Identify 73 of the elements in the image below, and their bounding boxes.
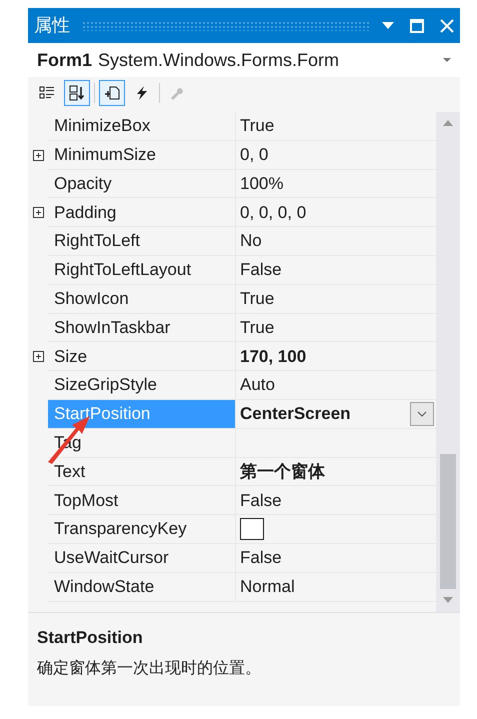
scroll-up-icon[interactable] [443,120,453,126]
property-value-cell[interactable]: CenterScreen [236,400,436,429]
sort-icon [69,84,85,100]
maximize-icon[interactable] [410,18,424,32]
object-type: System.Windows.Forms.Form [98,48,340,72]
expand-icon[interactable] [32,351,44,362]
property-value: True [240,115,274,138]
scroll-down-icon[interactable] [443,597,453,603]
property-name-cell[interactable]: SizeGripStyle [48,371,236,400]
property-name: MinimizeBox [54,115,150,138]
property-name-cell[interactable]: ShowInTaskbar [48,314,236,342]
property-name-cell[interactable]: Text [48,458,236,486]
property-name: WindowState [54,576,154,598]
property-name: TransparencyKey [54,518,187,540]
chevron-down-icon [417,410,427,417]
scrollbar[interactable] [436,112,460,612]
property-name-cell[interactable]: Size [48,342,236,372]
toolbar-button[interactable] [99,80,125,106]
object-selector[interactable]: Form1 System.Windows.Forms.Form [28,43,460,77]
property-name: Padding [54,202,116,224]
property-value: True [240,288,274,310]
lightning-icon [134,84,150,100]
description-title: StartPosition [37,626,144,649]
property-value: 0, 0 [240,144,268,166]
property-name: Size [54,346,88,368]
property-name-cell[interactable]: MinimizeBox [48,112,236,141]
dropdown-button[interactable] [410,402,434,426]
property-value-cell[interactable] [236,515,436,544]
property-name: UseWaitCursor [54,547,169,570]
property-name: SizeGripStyle [54,374,157,396]
property-value: CenterScreen [240,403,351,426]
property-value: 第一个窗体 [240,460,325,483]
close-icon[interactable] [440,18,454,32]
property-name: Opacity [54,172,112,195]
property-name-cell[interactable]: UseWaitCursor [48,544,236,573]
property-name: RightToLeft [54,230,140,252]
property-value: False [240,490,282,512]
caret-icon [443,58,451,62]
property-name-cell[interactable]: RightToLeft [48,227,236,256]
property-value: Auto [240,374,275,396]
property-name-cell[interactable]: Opacity [48,170,236,198]
property-name: MinimumSize [54,144,156,166]
property-value: False [240,547,282,570]
property-name-cell[interactable]: MinimumSize [48,140,236,170]
property-value: 170, 100 [240,346,306,368]
property-name: Text [54,460,86,483]
property-name: ShowInTaskbar [54,316,170,339]
property-value: False [240,259,282,282]
property-name: StartPosition [54,403,150,426]
description-text: 确定窗体第一次出现时的位置。 [37,657,262,680]
property-name-cell[interactable]: WindowState [48,572,236,602]
property-value: 0, 0, 0, 0 [240,202,306,224]
property-name-cell[interactable]: TopMost [48,486,236,516]
property-name: TopMost [54,490,118,512]
window-title: 属性 [34,14,70,38]
expand-icon[interactable] [32,150,44,161]
property-name-cell[interactable]: Padding [48,198,236,228]
page-icon [104,84,120,100]
dropdown-arrow-icon[interactable] [382,22,394,30]
expand-icon[interactable] [32,207,44,218]
property-name: ShowIcon [54,288,129,310]
property-value: True [240,316,274,339]
property-name: RightToLeftLayout [54,259,192,282]
property-value: No [240,230,262,252]
scrollbar-thumb[interactable] [440,454,456,589]
property-value: Normal [240,576,295,598]
property-value: 100% [240,172,284,195]
list-icon [39,84,55,100]
object-name: Form1 [37,48,92,72]
property-name-cell[interactable]: ShowIcon [48,284,236,314]
property-name-cell[interactable]: RightToLeftLayout [48,256,236,285]
property-name-cell[interactable]: TransparencyKey [48,515,236,544]
toolbar-button[interactable] [64,80,90,106]
